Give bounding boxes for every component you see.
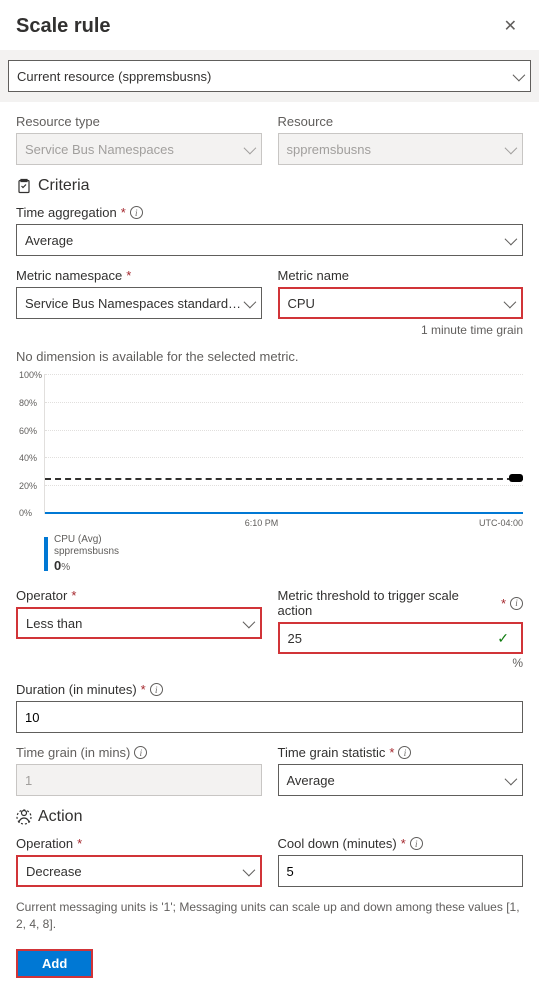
- operator-label: Operator *: [16, 588, 262, 603]
- x-tick: UTC-04:00: [479, 518, 523, 528]
- cool-down-input[interactable]: [278, 855, 524, 887]
- criteria-section-header: Criteria: [16, 177, 523, 195]
- metric-chart: 100% 80% 60% 40% 20% 0%: [44, 374, 523, 514]
- chart-legend: CPU (Avg) sppremsbusns 0%: [44, 534, 523, 574]
- duration-label: Duration (in minutes) * i: [16, 682, 523, 697]
- threshold-label: Metric threshold to trigger scale action…: [278, 588, 524, 618]
- resource-type-select: Service Bus Namespaces: [16, 133, 262, 165]
- y-tick: 100%: [19, 370, 42, 380]
- legend-resource-name: sppremsbusns: [54, 546, 119, 558]
- operator-select[interactable]: Less than: [16, 607, 262, 639]
- y-tick: 20%: [19, 481, 37, 491]
- required-asterisk: *: [77, 836, 82, 851]
- cool-down-label: Cool down (minutes) * i: [278, 836, 524, 851]
- operation-select[interactable]: Decrease: [16, 855, 262, 887]
- required-asterisk: *: [71, 588, 76, 603]
- data-line: [45, 512, 523, 514]
- resource-type-value: Service Bus Namespaces: [25, 142, 174, 157]
- resource-select: sppremsbusns: [278, 133, 524, 165]
- chevron-down-icon: [505, 142, 514, 157]
- y-tick: 40%: [19, 453, 37, 463]
- threshold-marker: [509, 474, 523, 482]
- time-aggregation-value: Average: [25, 233, 73, 248]
- no-dimension-text: No dimension is available for the select…: [16, 349, 523, 364]
- metric-namespace-select[interactable]: Service Bus Namespaces standard me...: [16, 287, 262, 319]
- legend-unit: %: [61, 562, 70, 573]
- action-section-header: Action: [16, 808, 523, 826]
- resource-label: Resource: [278, 114, 524, 129]
- x-tick: 6:10 PM: [245, 518, 279, 528]
- metric-name-select[interactable]: CPU: [278, 287, 524, 319]
- info-icon[interactable]: i: [130, 206, 143, 219]
- time-grain-label: Time grain (in mins) i: [16, 745, 262, 760]
- action-section-title: Action: [38, 808, 82, 826]
- chevron-down-icon: [505, 233, 514, 248]
- operator-value: Less than: [26, 616, 82, 631]
- y-tick: 0%: [19, 508, 32, 518]
- required-asterisk: *: [126, 268, 131, 283]
- time-grain-input: [16, 764, 262, 796]
- current-resource-value: Current resource (sppremsbusns): [17, 69, 211, 84]
- resource-value: sppremsbusns: [287, 142, 372, 157]
- y-tick: 80%: [19, 398, 37, 408]
- info-icon[interactable]: i: [510, 597, 523, 610]
- info-icon[interactable]: i: [410, 837, 423, 850]
- metric-name-label: Metric name: [278, 268, 524, 283]
- time-aggregation-select[interactable]: Average: [16, 224, 523, 256]
- operation-value: Decrease: [26, 864, 82, 879]
- threshold-line: [45, 478, 523, 480]
- operation-label: Operation *: [16, 836, 262, 851]
- chevron-down-icon: [244, 296, 253, 311]
- metric-namespace-label: Metric namespace *: [16, 268, 262, 283]
- current-resource-select[interactable]: Current resource (sppremsbusns): [8, 60, 531, 92]
- duration-input[interactable]: [16, 701, 523, 733]
- required-asterisk: *: [389, 745, 394, 760]
- chevron-down-icon: [513, 69, 522, 84]
- chevron-down-icon: [243, 864, 252, 879]
- chevron-down-icon: [504, 296, 513, 311]
- metric-name-value: CPU: [288, 296, 315, 311]
- info-icon[interactable]: i: [150, 683, 163, 696]
- time-grain-statistic-label: Time grain statistic * i: [278, 745, 524, 760]
- info-icon[interactable]: i: [134, 746, 147, 759]
- legend-series-name: CPU (Avg): [54, 534, 119, 546]
- required-asterisk: *: [501, 596, 506, 611]
- close-icon[interactable]: ✕: [498, 12, 523, 40]
- y-tick: 60%: [19, 426, 37, 436]
- top-resource-wrap: Current resource (sppremsbusns): [0, 50, 539, 102]
- threshold-unit: %: [278, 656, 524, 670]
- action-icon: [16, 809, 32, 825]
- chevron-down-icon: [243, 616, 252, 631]
- threshold-value: 25: [288, 631, 302, 646]
- threshold-input-wrap[interactable]: 25 ✓: [278, 622, 524, 654]
- add-button[interactable]: Add: [16, 949, 93, 978]
- chevron-down-icon: [505, 773, 514, 788]
- criteria-icon: [16, 178, 32, 194]
- resource-type-label: Resource type: [16, 114, 262, 129]
- required-asterisk: *: [121, 205, 126, 220]
- check-icon: ✓: [497, 630, 513, 647]
- units-hint: Current messaging units is '1'; Messagin…: [16, 899, 523, 933]
- metric-namespace-value: Service Bus Namespaces standard me...: [25, 296, 244, 311]
- metric-name-subtext: 1 minute time grain: [278, 323, 524, 337]
- required-asterisk: *: [141, 682, 146, 697]
- time-grain-statistic-select[interactable]: Average: [278, 764, 524, 796]
- time-grain-statistic-value: Average: [287, 773, 335, 788]
- chevron-down-icon: [244, 142, 253, 157]
- required-asterisk: *: [401, 836, 406, 851]
- criteria-section-title: Criteria: [38, 177, 90, 195]
- time-aggregation-label: Time aggregation * i: [16, 205, 523, 220]
- legend-color-bar: [44, 537, 48, 571]
- info-icon[interactable]: i: [398, 746, 411, 759]
- chart-x-axis: 6:10 PM UTC-04:00: [16, 516, 523, 528]
- panel-title: Scale rule: [16, 15, 111, 38]
